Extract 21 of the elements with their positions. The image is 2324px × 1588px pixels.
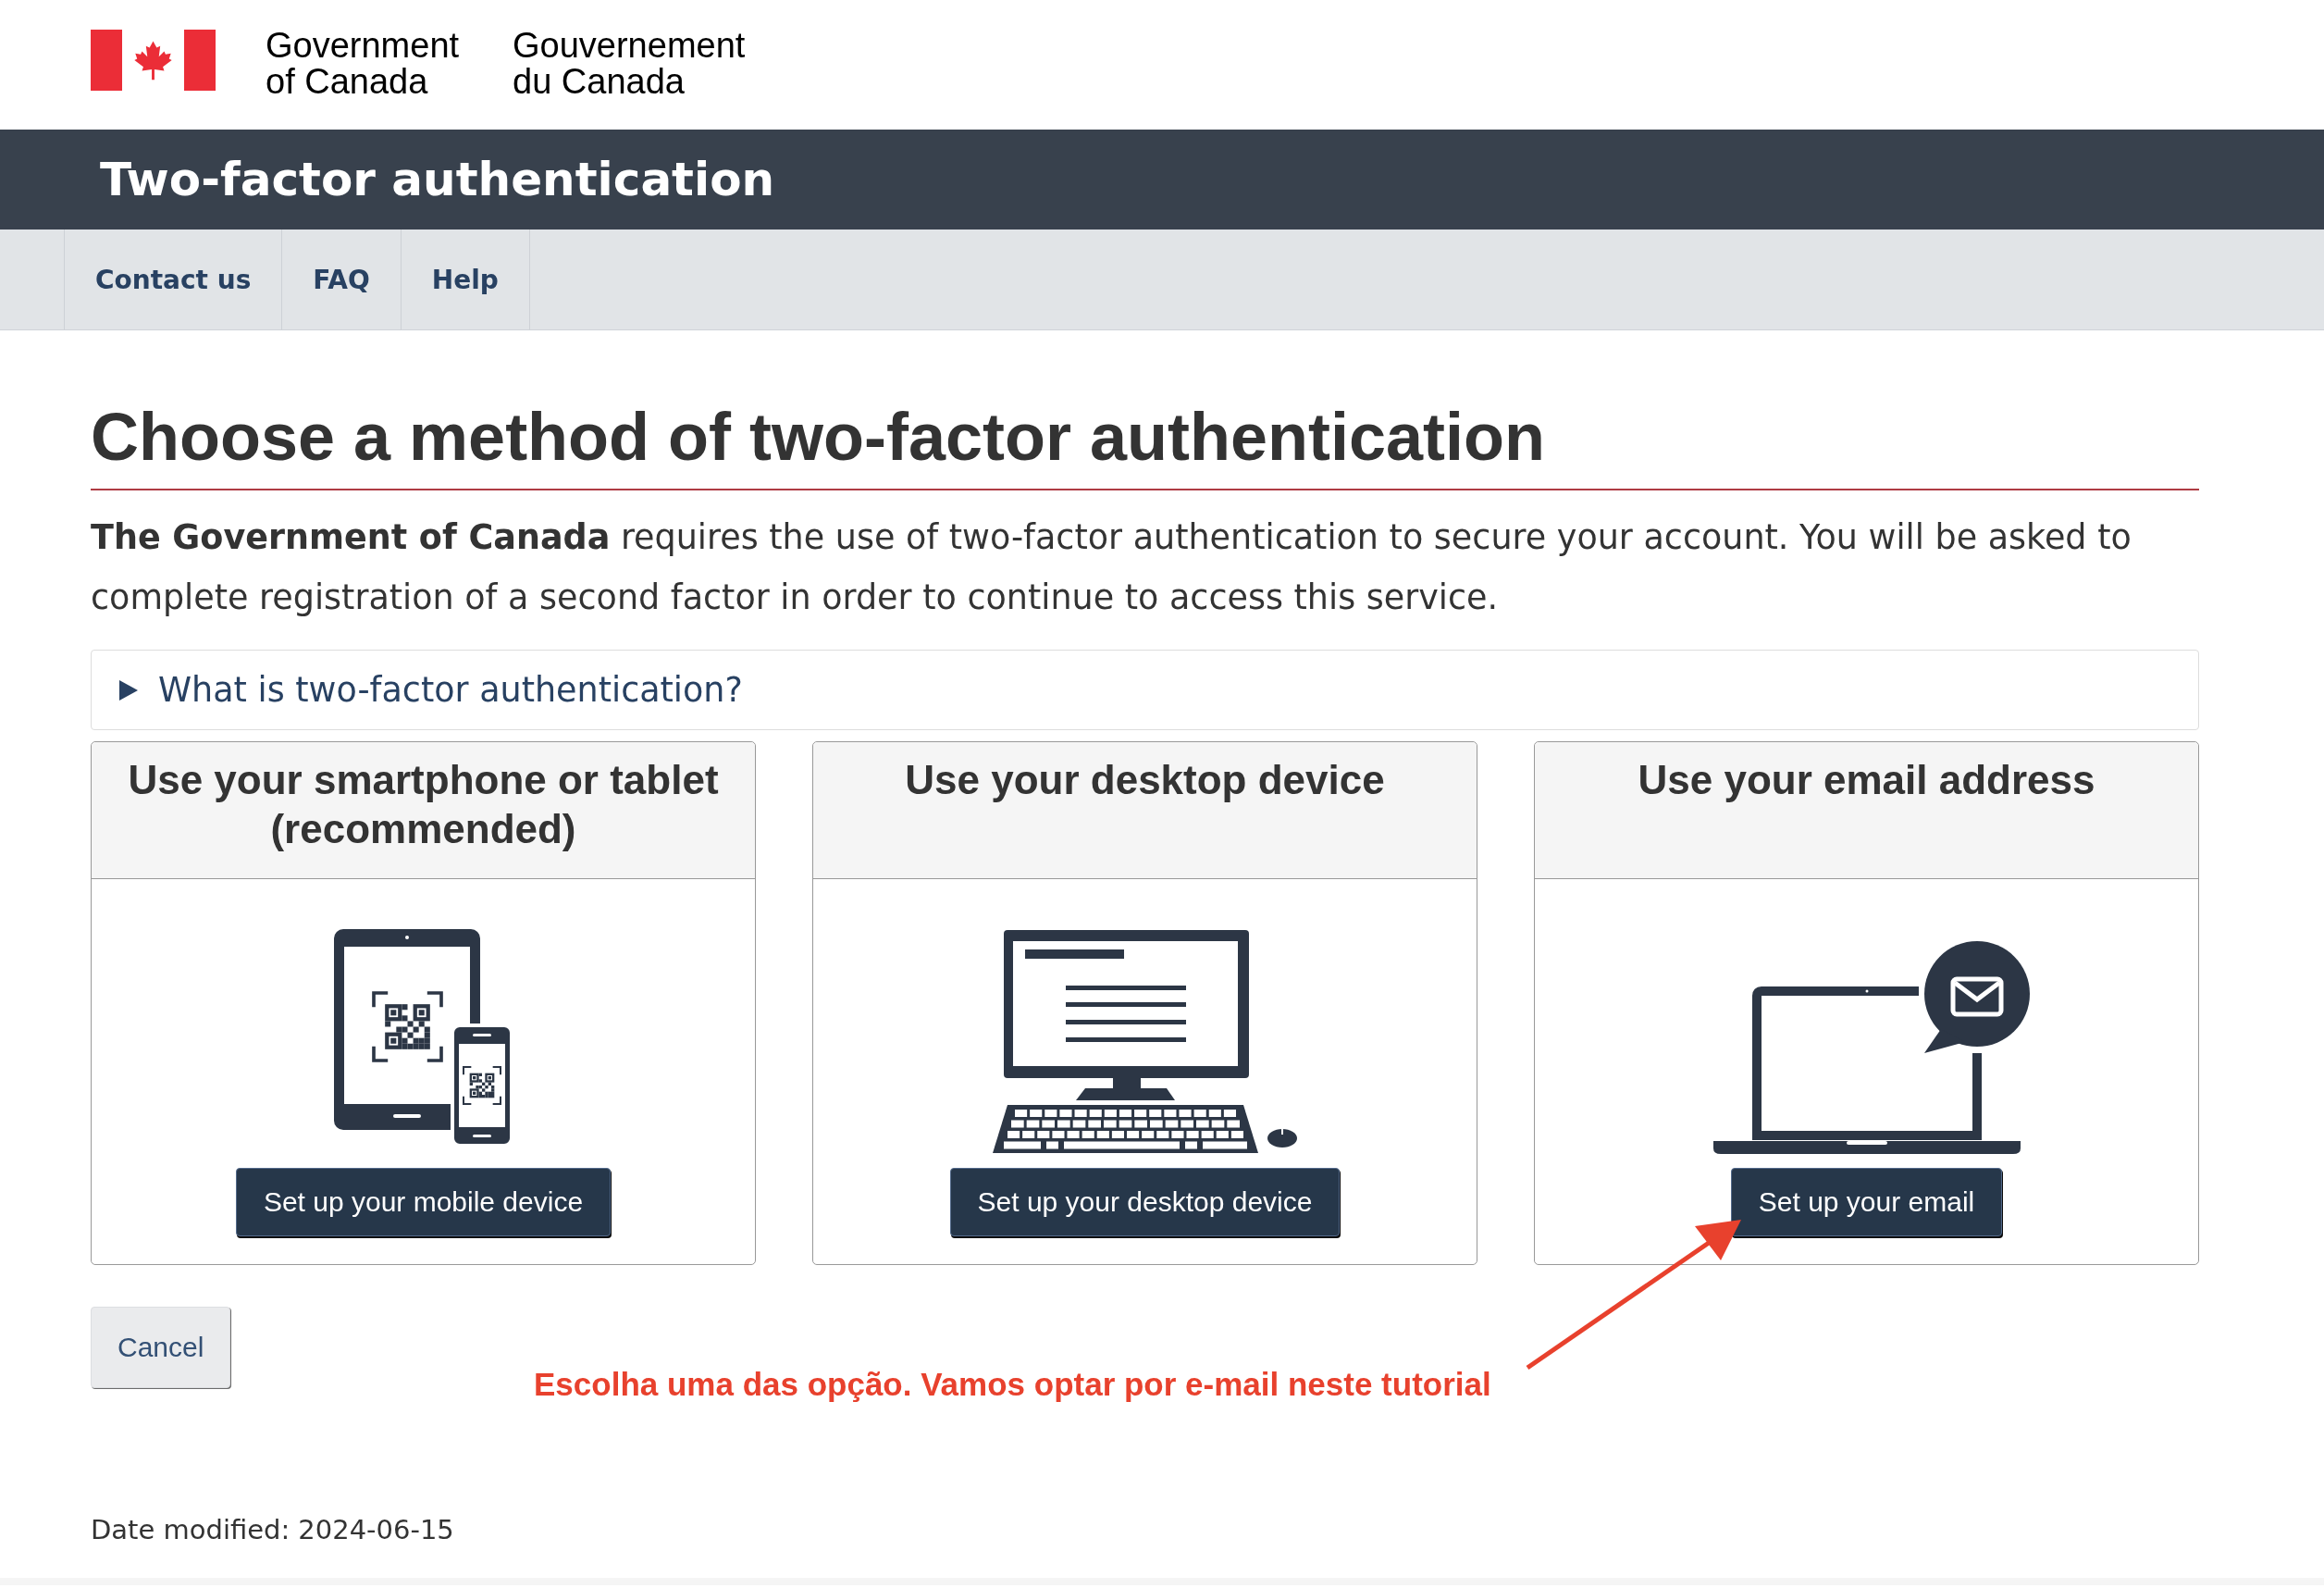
date-value: 2024-06-15: [298, 1513, 454, 1547]
intro-paragraph: The Government of Canada requires the use of two-factor authentication to secure your account. You will be asked to complete registration of a second factor in order to continue to access this service.: [91, 516, 2132, 619]
card-title: Use your desktop device: [904, 756, 1386, 804]
app-title: Two-factor authentication: [100, 152, 775, 207]
wordmark-text: Government of Canada: [266, 28, 461, 100]
date-label: Date modified:: [91, 1513, 290, 1547]
card-title: Use your email address: [1637, 756, 2096, 804]
nav-link[interactable]: FAQ: [281, 230, 401, 329]
wordmark-text: Gouvernement du Canada: [513, 28, 746, 100]
annotation-text: Escolha uma das opção. Vamos optar por e-mail neste tutorial: [534, 1366, 1491, 1403]
cancel-button[interactable]: Cancel: [91, 1307, 231, 1388]
setup-button[interactable]: Set up your email: [1730, 1168, 2003, 1236]
flag-icon: [91, 30, 216, 91]
setup-button[interactable]: Set up your desktop device: [949, 1168, 1341, 1236]
setup-button[interactable]: Set up your mobile device: [235, 1168, 612, 1236]
card-title: Use your smartphone or tablet (recommended): [127, 756, 720, 853]
nav-link[interactable]: Contact us: [64, 230, 282, 329]
page-heading: Choose a method of two-factor authentication: [91, 399, 2199, 490]
nav-link[interactable]: Help: [400, 230, 530, 329]
laptop-mail-icon: [1712, 938, 2030, 1157]
details-summary[interactable]: What is two-factor authentication?: [119, 667, 743, 713]
